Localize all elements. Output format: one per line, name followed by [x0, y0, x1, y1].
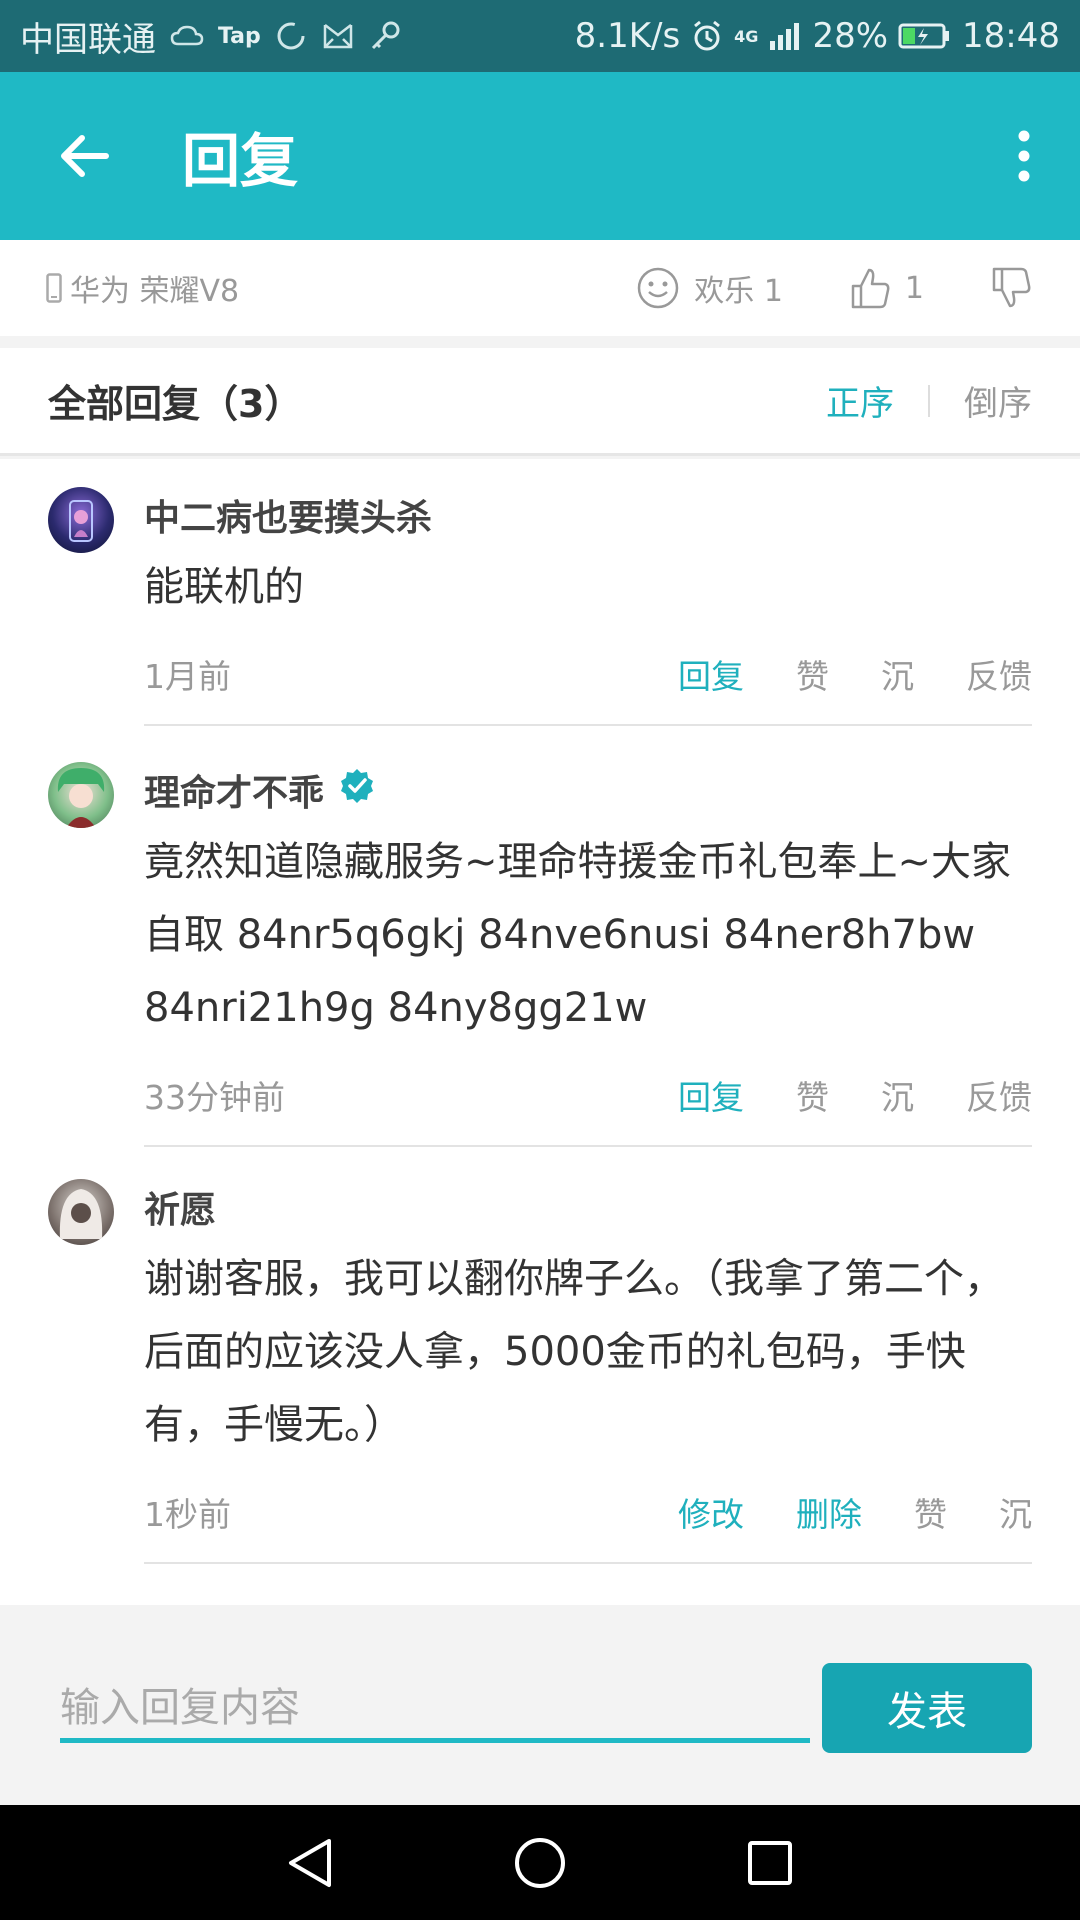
- delete-button[interactable]: 删除: [796, 1488, 862, 1536]
- alarm-icon: [690, 19, 724, 53]
- like-button[interactable]: 赞: [914, 1488, 947, 1536]
- comment-text: 能联机的: [144, 564, 304, 610]
- arrow-left-icon: [61, 135, 109, 177]
- reply-input[interactable]: [60, 1677, 810, 1743]
- comment-actions: 修改 删除 赞 沉: [678, 1488, 1032, 1536]
- signal-icon: [768, 21, 802, 51]
- network-type: 4G: [734, 26, 759, 46]
- post-info-row: 华为 荣耀V8 欢乐 1 1: [0, 240, 1080, 336]
- square-recents-icon: [748, 1840, 792, 1885]
- more-options-button[interactable]: [994, 108, 1054, 204]
- comment-meta: 1秒前 修改 删除 赞 沉: [144, 1462, 1032, 1562]
- comment-username[interactable]: 祈愿: [144, 1179, 1032, 1235]
- comment-username[interactable]: 中二病也要摸头杀: [144, 487, 1032, 543]
- tap-app-icon: Tap: [218, 23, 261, 49]
- sort-descending-button[interactable]: 倒序: [964, 376, 1032, 425]
- like-button[interactable]: 赞: [796, 1071, 829, 1119]
- status-bar: 中国联通 Tap 8.1K/s 4G 28% 18:48: [0, 0, 1080, 72]
- user-avatar[interactable]: [48, 1179, 114, 1245]
- nav-home-button[interactable]: [510, 1833, 570, 1893]
- comment-time: 1秒前: [144, 1495, 231, 1534]
- key-icon: [369, 20, 401, 52]
- fun-reaction-label: 欢乐 1: [694, 274, 783, 309]
- comment-text: 谢谢客服，我可以翻你牌子么。（我拿了第二个，后面的应该没人拿，5000金币的礼包…: [144, 1256, 1004, 1448]
- phone-icon: [46, 273, 62, 303]
- device-info: 华为 荣耀V8: [46, 266, 239, 310]
- reply-button[interactable]: 回复: [678, 650, 744, 698]
- comment-text: 竟然知道隐藏服务~理命特援金币礼包奉上~大家自取 84nr5q6gkj 84nv…: [144, 839, 1012, 1031]
- like-count: 1: [904, 270, 924, 306]
- fun-reaction-button[interactable]: 欢乐 1: [636, 266, 783, 310]
- app-bar: 回复: [0, 72, 1080, 240]
- like-post-button[interactable]: 1: [849, 266, 924, 310]
- comment-list: 中二病也要摸头杀 能联机的 1月前 回复 赞 沉 反馈 理命才不乖 竟然知道隐藏…: [0, 459, 1080, 1605]
- replies-header: 全部回复（3） 正序 倒序: [0, 348, 1080, 456]
- username-text: 祈愿: [144, 1190, 217, 1231]
- sort-divider: [928, 384, 930, 417]
- like-button[interactable]: 赞: [796, 650, 829, 698]
- reactions: 欢乐 1 1: [636, 266, 1032, 310]
- sink-button[interactable]: 沉: [881, 1071, 914, 1119]
- all-replies-title: 全部回复（3）: [48, 382, 303, 426]
- reply-composer: 发表: [0, 1605, 1080, 1805]
- smiley-icon: [638, 267, 679, 309]
- battery-percent: 28%: [812, 16, 889, 56]
- verified-badge-icon: [338, 767, 376, 814]
- comment-item: 祈愿 谢谢客服，我可以翻你牌子么。（我拿了第二个，后面的应该没人拿，5000金币…: [48, 1147, 1032, 1564]
- notification-icon: [321, 21, 355, 51]
- user-avatar[interactable]: [48, 762, 114, 828]
- sort-ascending-button[interactable]: 正序: [826, 376, 894, 425]
- user-avatar[interactable]: [48, 487, 114, 553]
- feedback-button[interactable]: 反馈: [966, 650, 1032, 698]
- nav-back-button[interactable]: [280, 1833, 340, 1893]
- username-text: 中二病也要摸头杀: [144, 498, 433, 539]
- page-title: 回复: [182, 127, 299, 195]
- comment-item: 理命才不乖 竟然知道隐藏服务~理命特援金币礼包奉上~大家自取 84nr5q6gk…: [48, 726, 1032, 1147]
- feedback-button[interactable]: 反馈: [966, 1071, 1032, 1119]
- clock-time: 18:48: [962, 16, 1060, 56]
- more-vertical-icon: [1018, 130, 1030, 182]
- username-text: 理命才不乖: [144, 773, 325, 814]
- reply-button[interactable]: 回复: [678, 1071, 744, 1119]
- sort-toggle: 正序 倒序: [826, 376, 1032, 425]
- comment-time: 1月前: [144, 657, 231, 696]
- back-button[interactable]: [36, 108, 132, 204]
- send-button[interactable]: 发表: [822, 1663, 1032, 1753]
- comment-actions: 回复 赞 沉 反馈: [678, 650, 1032, 698]
- comment-meta: 33分钟前 回复 赞 沉 反馈: [144, 1045, 1032, 1145]
- device-name: 华为 荣耀V8: [70, 274, 240, 309]
- sync-icon: [275, 20, 307, 52]
- sink-button[interactable]: 沉: [881, 650, 914, 698]
- network-speed: 8.1K/s: [574, 16, 681, 56]
- comment-item: 中二病也要摸头杀 能联机的 1月前 回复 赞 沉 反馈: [48, 459, 1032, 726]
- comment-actions: 回复 赞 沉 反馈: [678, 1071, 1032, 1119]
- nav-recents-button[interactable]: [740, 1833, 800, 1893]
- carrier-name: 中国联通: [20, 19, 156, 60]
- comment-meta: 1月前 回复 赞 沉 反馈: [144, 624, 1032, 724]
- thumbs-down-icon: [992, 267, 1031, 308]
- triangle-back-icon: [289, 1838, 331, 1887]
- comment-username[interactable]: 理命才不乖: [144, 762, 1032, 818]
- edit-button[interactable]: 修改: [678, 1488, 744, 1536]
- dislike-post-button[interactable]: [990, 266, 1032, 310]
- system-nav-bar: [0, 1805, 1080, 1920]
- circle-home-icon: [515, 1837, 565, 1888]
- battery-icon: [898, 22, 952, 50]
- comment-time: 33分钟前: [144, 1078, 285, 1117]
- thumbs-up-icon: [851, 268, 890, 309]
- sink-button[interactable]: 沉: [999, 1488, 1032, 1536]
- cloud-icon: [170, 24, 204, 48]
